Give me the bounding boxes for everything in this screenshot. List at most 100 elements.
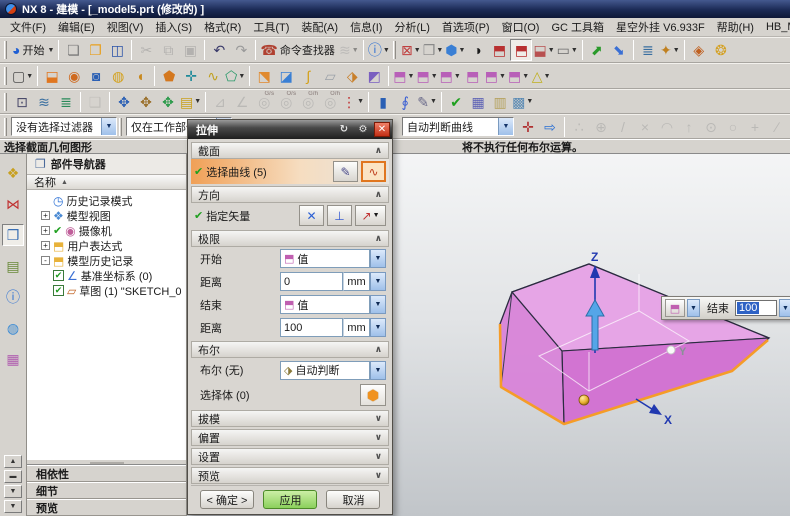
menu-item-10[interactable]: 首选项(P) [436, 18, 496, 36]
chevron-down-icon[interactable]: ▼ [459, 47, 466, 54]
offset-section-header[interactable]: 偏置 ∨ [191, 429, 389, 446]
origin-drag-ball[interactable] [578, 394, 590, 406]
emboss-button[interactable]: ⬟ [158, 65, 180, 87]
chevron-down-icon[interactable]: ▼ [408, 73, 415, 80]
edit-cross-section-button[interactable]: ⬒ ▼ [507, 65, 530, 87]
menu-item-15[interactable]: HB_MOULD M6.6 [760, 20, 790, 34]
direction-group-header[interactable]: 方向 ∧ [191, 186, 389, 203]
shaded-display-button[interactable]: ⬢ ▼ [444, 39, 466, 61]
apply-button[interactable]: 应用 [263, 490, 318, 509]
draft-section-header[interactable]: 拔模 ∨ [191, 410, 389, 427]
section-group-header[interactable]: 截面 ∧ [191, 142, 389, 159]
sketch-button[interactable]: ▢ ▼ [11, 65, 34, 87]
spinner-down-icon[interactable]: ▼ [370, 272, 386, 291]
extrude-dialog-titlebar[interactable]: 拉伸 ↻ ⚙ ✕ [188, 120, 392, 139]
vector-constructor-button[interactable]: ↗ ▼ [355, 205, 386, 226]
limit-option-button[interactable]: ⬒ [665, 299, 685, 317]
measure-more-button[interactable]: ⋮ ▼ [341, 91, 365, 113]
preview-section-header[interactable]: 预览 ∨ [191, 467, 389, 484]
translucency-button[interactable]: ◑ [466, 39, 488, 61]
chevron-down-icon[interactable]: ▼ [436, 47, 443, 54]
part-navigator-tab[interactable]: ❒ [2, 224, 24, 246]
menu-item-8[interactable]: 信息(I) [344, 18, 388, 36]
select-rectangle-button[interactable]: ▭ ▼ [556, 39, 579, 61]
menu-item-3[interactable]: 视图(V) [101, 18, 150, 36]
window-info-button[interactable]: ⓘ ▼ [367, 39, 391, 61]
tree-item-model-history[interactable]: - ⬒ 模型历史记录 [27, 253, 186, 268]
menu-item-14[interactable]: 帮助(H) [711, 18, 760, 36]
unite-button[interactable]: ⬗ [341, 65, 363, 87]
menu-item-6[interactable]: 工具(T) [247, 18, 295, 36]
tree-item-sketch[interactable]: ✔ ▱ 草图 (1) "SKETCH_0 [27, 283, 186, 298]
two-point-vector-button[interactable]: ✕ [299, 205, 324, 226]
checkbox-checked[interactable]: ✔ [53, 285, 64, 296]
web-browser-tab[interactable]: ◍ [2, 317, 24, 339]
plate-button[interactable]: ▱ [319, 65, 341, 87]
wcs-orient-button[interactable]: ✥ [157, 91, 179, 113]
spinner-down-icon[interactable]: ▼ [370, 318, 386, 337]
dialog-reset-button[interactable]: ↻ [336, 122, 352, 137]
cylinder-tool-button[interactable]: ▮ [372, 91, 394, 113]
palette-tab[interactable]: ▦ [2, 348, 24, 370]
start-limit-select[interactable]: ⬒ 值 ▼ [280, 249, 386, 268]
offset-face-button[interactable]: ⬠ ▼ [224, 65, 246, 87]
resource-scroll-down-button[interactable]: ▼ [4, 485, 22, 498]
extrude-button[interactable]: ⬓ [41, 65, 63, 87]
offset-region-button[interactable]: ⬒ ▼ [439, 65, 462, 87]
toolbar-handle[interactable] [119, 117, 122, 136]
spring-tool-button[interactable]: ∮ [394, 91, 416, 113]
rib-button[interactable]: ◖ [129, 65, 151, 87]
select-curve-row[interactable]: ✔ 选择曲线 (5) ✎ ∿ [191, 159, 389, 184]
layer-settings-button[interactable]: ≣ [637, 39, 659, 61]
view-orientation-button[interactable]: ✦ ▼ [659, 39, 681, 61]
menu-item-11[interactable]: 窗口(O) [496, 18, 546, 36]
face-normal-button[interactable]: ⊥ [327, 205, 352, 226]
chevron-down-icon[interactable]: ▼ [499, 73, 506, 80]
hd3d-tools-tab[interactable]: ⓘ [2, 286, 24, 308]
toolbar-handle[interactable] [4, 117, 7, 136]
section-tools-button[interactable]: ⬓ ▼ [532, 39, 555, 61]
chevron-down-icon[interactable]: ▼ [26, 73, 33, 80]
chevron-down-icon[interactable]: ▼ [454, 73, 461, 80]
midpoint-handle[interactable] [666, 345, 676, 355]
menu-item-9[interactable]: 分析(L) [388, 18, 435, 36]
chevron-down-icon[interactable]: ▼ [370, 295, 386, 314]
save-button[interactable]: ◫ [106, 39, 128, 61]
chevron-down-icon[interactable]: ▼ [431, 73, 438, 80]
roles-button[interactable]: ❂ [710, 39, 732, 61]
chevron-down-icon[interactable]: ▼ [548, 47, 555, 54]
fit-window-button[interactable]: ⊠ ▼ [400, 39, 422, 61]
chevron-down-icon[interactable]: ▼ [194, 98, 201, 105]
chevron-down-icon[interactable]: ▼ [414, 47, 421, 54]
ok-button[interactable]: < 确定 > [199, 490, 255, 509]
resource-scroll-up-button[interactable]: ▲ [4, 455, 22, 468]
tree-item-user-expressions[interactable]: + ⬒ 用户表达式 [27, 238, 186, 253]
shell-button[interactable]: ⬔ [253, 65, 275, 87]
panel-2-header[interactable]: 细节 [27, 482, 186, 499]
tree-item-cameras[interactable]: + ✔ ◉ 摄像机 [27, 223, 186, 238]
checkmate-button[interactable]: ▦ [467, 91, 489, 113]
dialog-options-button[interactable]: ⚙ [355, 122, 371, 137]
resize-blend-button[interactable]: ⬒ ▼ [484, 65, 507, 87]
expand-icon[interactable]: + [41, 226, 50, 235]
chevron-down-icon[interactable]: ▼ [673, 47, 680, 54]
chevron-down-icon[interactable]: ▼ [522, 73, 529, 80]
clip-section-button[interactable]: ⬒ [510, 39, 533, 61]
menu-item-2[interactable]: 编辑(E) [52, 18, 101, 36]
end-limit-select[interactable]: ⬒ 值 ▼ [280, 295, 386, 314]
toolbar-handle[interactable] [4, 92, 7, 111]
constraint-navigator-tab[interactable]: ⋈ [2, 193, 24, 215]
boolean-select[interactable]: ⬗ 自动判断 ▼ [280, 360, 386, 380]
chevron-down-icon[interactable]: ▼ [370, 360, 386, 380]
revolve-button[interactable]: ◉ [63, 65, 85, 87]
sheet-body-button[interactable]: ◪ [275, 65, 297, 87]
resource-splitter-button[interactable]: ▬ [4, 470, 22, 483]
pull-face-button[interactable]: ⬒ ▼ [415, 65, 438, 87]
resource-expand-button[interactable]: ▼ [4, 500, 22, 513]
panel-1-header[interactable]: 相依性 [27, 465, 186, 482]
start-distance-field[interactable]: 0 mm ▼ [280, 272, 386, 291]
window-snapshot-button[interactable]: ⊡ [11, 91, 33, 113]
chevron-down-icon[interactable]: ▼ [544, 73, 551, 80]
examine-geometry-button[interactable]: ✔ [445, 91, 467, 113]
tree-item-model-views[interactable]: + ❖ 模型视图 [27, 208, 186, 223]
